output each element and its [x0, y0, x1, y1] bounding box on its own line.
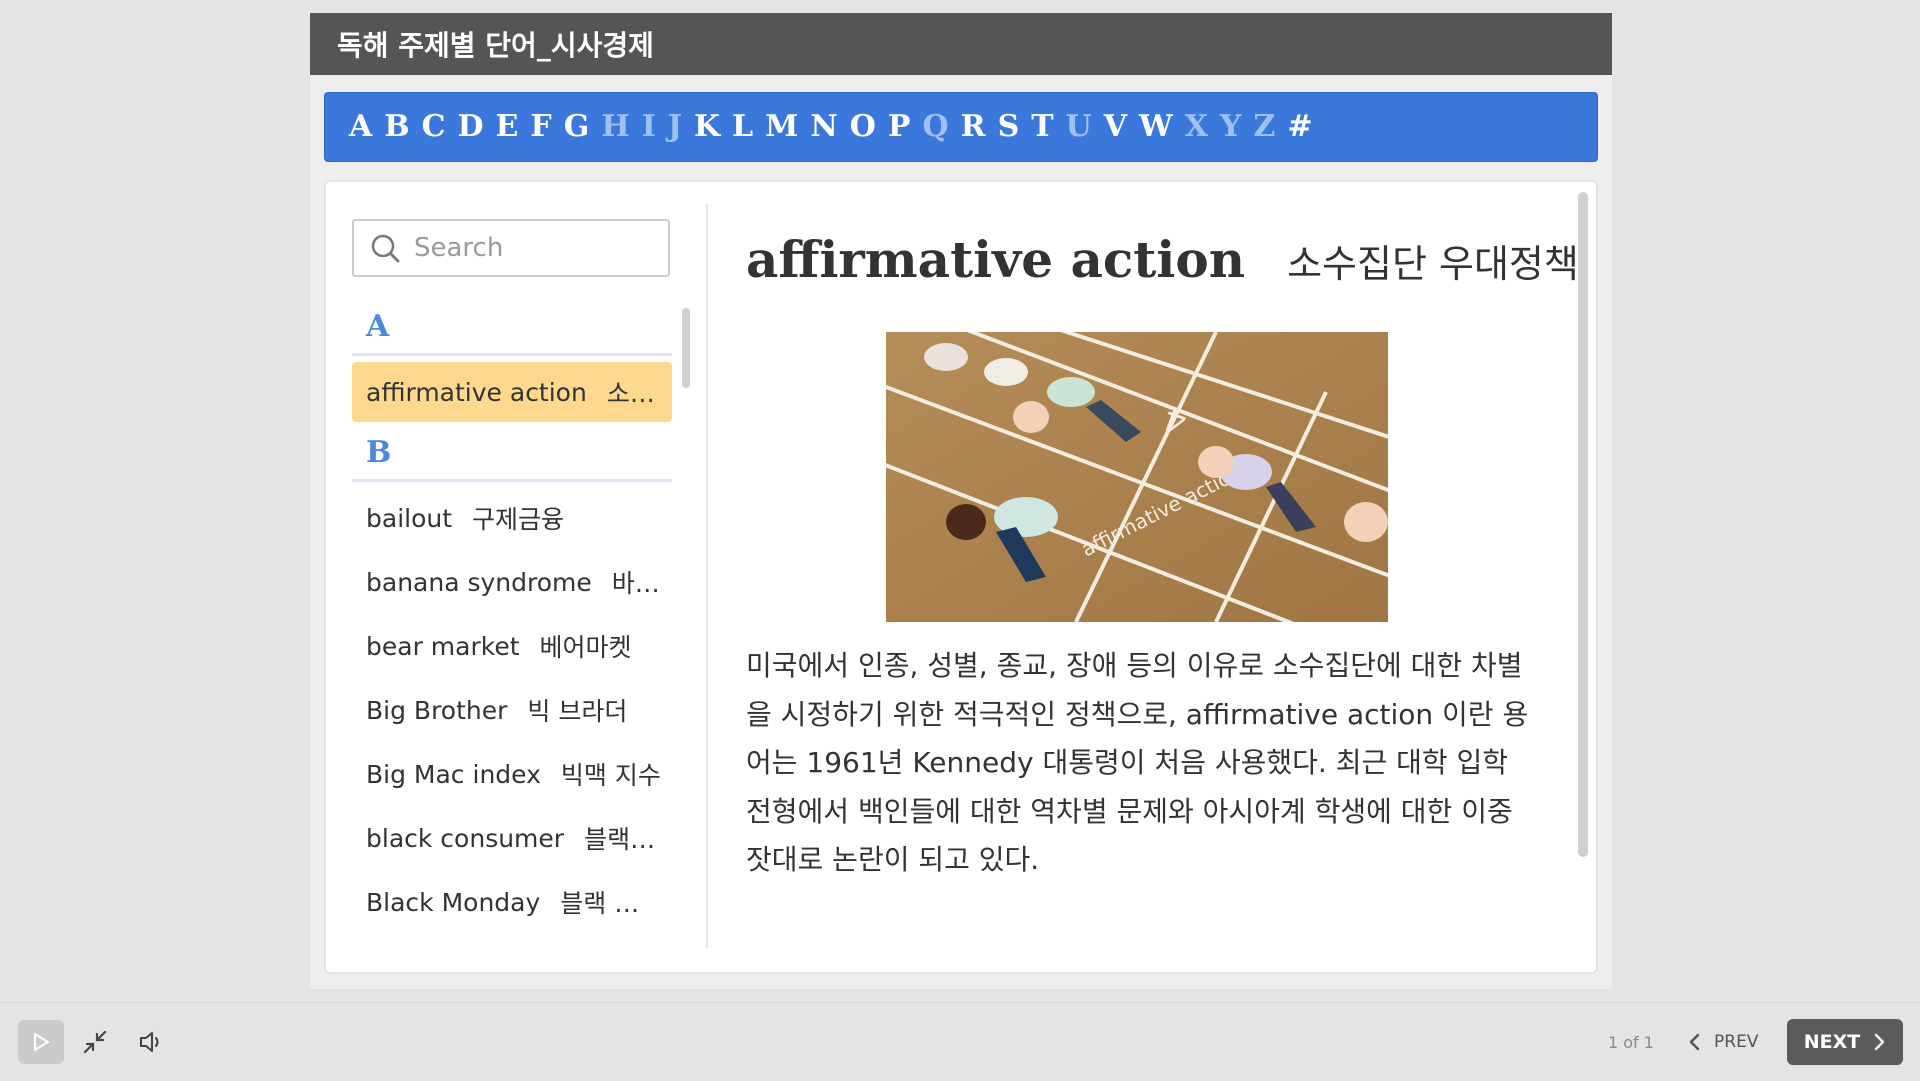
list-item-english: bailout — [366, 503, 453, 533]
list-item-korean: 블랙 먼데이 — [560, 889, 672, 918]
list-item-korean: 베어마켓 — [539, 633, 632, 662]
page-title: 독해 주제별 단어_시사경제 — [337, 29, 654, 62]
section-header-a: A — [352, 300, 672, 356]
list-item[interactable]: bear market 베어마켓 — [352, 616, 672, 676]
alphabet-letter-i: I — [641, 109, 656, 144]
alphabet-letter-y: Y — [1220, 109, 1242, 144]
page-counter: 1 of 1 — [1608, 1033, 1654, 1052]
alphabet-letter-d[interactable]: D — [458, 112, 484, 142]
list-item[interactable]: Big Mac index 빅맥 지수 — [352, 744, 672, 804]
slide-frame: 독해 주제별 단어_시사경제 ABCDEFGHIJKLMNOPQRSTUVWXY… — [310, 13, 1612, 989]
term-english: affirmative action — [746, 230, 1246, 289]
chevron-left-icon — [1689, 1033, 1700, 1051]
next-label: NEXT — [1803, 1031, 1861, 1053]
alphabet-letter-n[interactable]: N — [810, 112, 837, 142]
list-item-english: banana syndrome — [366, 567, 592, 597]
next-button[interactable]: NEXT — [1787, 1019, 1903, 1065]
play-icon — [33, 1032, 50, 1052]
play-button[interactable] — [18, 1020, 64, 1064]
alphabet-letter-g[interactable]: G — [564, 112, 590, 142]
prev-label: PREV — [1714, 1032, 1759, 1052]
alphabet-letter-j: J — [667, 109, 682, 144]
collapse-button[interactable] — [80, 1022, 110, 1062]
section-header-b: B — [352, 426, 672, 482]
search-box[interactable] — [352, 219, 670, 277]
alphabet-letter-w[interactable]: W — [1139, 112, 1173, 142]
list-item-korean: 소수집단 우대정책 — [606, 379, 672, 408]
alphabet-letter-u: U — [1065, 109, 1092, 144]
list-item[interactable]: blue chip 블루칩 — [352, 936, 672, 955]
alphabet-letter-l[interactable]: L — [732, 112, 753, 142]
player-controls: 1 of 1 PREV NEXT — [0, 1002, 1920, 1081]
list-item-english: Big Mac index — [366, 759, 541, 789]
list-item-english: affirmative action — [366, 377, 587, 407]
glossary-panel: Aaffirmative action 소수집단 우대정책 Bbailout 구제금융… — [324, 180, 1598, 974]
list-item-korean: 구제금융 — [472, 505, 565, 534]
list-item-korean: 블루칩 — [500, 948, 672, 954]
term-description: 미국에서 인종, 성별, 종교, 장애 등의 이유로 소수집단에 대한 차별을 … — [746, 649, 1529, 876]
term-list-scrollbar[interactable] — [682, 308, 690, 388]
prev-button[interactable]: PREV — [1682, 1024, 1762, 1060]
alphabet-letter-f[interactable]: F — [530, 112, 551, 142]
volume-icon — [139, 1031, 159, 1053]
alphabet-letter-hash[interactable]: # — [1287, 112, 1312, 142]
alphabet-letter-b[interactable]: B — [384, 112, 409, 142]
list-item-korean: 바나나 신드롬 — [611, 569, 672, 598]
list-item[interactable]: affirmative action 소수집단 우대정책 — [352, 362, 672, 422]
alphabet-letter-q: Q — [922, 109, 949, 144]
term-korean: 소수집단 우대정책 — [1287, 242, 1579, 286]
list-item-english: Big Brother — [366, 695, 508, 725]
alphabet-letter-e[interactable]: E — [496, 112, 519, 142]
search-icon — [371, 234, 400, 263]
alphabet-letter-k[interactable]: K — [694, 112, 720, 142]
list-item-korean: 빅 브라더 — [527, 697, 628, 726]
alphabet-letter-h: H — [601, 109, 630, 144]
list-item[interactable]: Big Brother 빅 브라더 — [352, 680, 672, 740]
term-list[interactable]: Aaffirmative action 소수집단 우대정책 Bbailout 구제금융… — [352, 300, 672, 954]
alphabet-letter-s[interactable]: S — [998, 112, 1020, 142]
list-item[interactable]: black consumer 블랙 컨슈머 — [352, 808, 672, 868]
alphabet-letter-c[interactable]: C — [422, 112, 446, 142]
alphabet-letter-o[interactable]: O — [850, 112, 876, 142]
list-item[interactable]: banana syndrome 바나나 신드롬 — [352, 552, 672, 612]
term-heading: affirmative action 소수집단 우대정책 — [746, 230, 1579, 289]
list-item-english: blue chip — [366, 952, 480, 955]
term-sidebar: Aaffirmative action 소수집단 우대정책 Bbailout 구제금융… — [326, 182, 706, 972]
list-item-english: bear market — [366, 631, 520, 661]
page-title-bar: 독해 주제별 단어_시사경제 — [310, 13, 1612, 75]
list-item-english: black consumer — [366, 823, 565, 853]
list-item[interactable]: bailout 구제금융 — [352, 488, 672, 548]
list-item[interactable]: Black Monday 블랙 먼데이 — [352, 872, 672, 932]
search-input[interactable] — [414, 233, 644, 263]
collapse-icon — [83, 1030, 107, 1054]
list-item-english: Black Monday — [366, 887, 541, 917]
alphabet-nav: A B C D E F G H I J K L M N O P Q R S T U V W X Y Z # — [324, 92, 1598, 162]
volume-button[interactable] — [136, 1022, 166, 1062]
detail-scrollbar[interactable] — [1578, 192, 1588, 857]
alphabet-letter-r[interactable]: R — [961, 112, 986, 142]
alphabet-letter-v[interactable]: V — [1104, 112, 1127, 142]
alphabet-letter-p[interactable]: P — [888, 112, 911, 142]
list-item-korean: 블랙 컨슈머 — [584, 825, 672, 854]
panel-divider — [706, 204, 708, 948]
term-detail: affirmative action 소수집단 우대정책 4 affirmati… — [746, 182, 1596, 972]
alphabet-letter-x: X — [1184, 109, 1208, 144]
alphabet-letter-a[interactable]: A — [349, 112, 372, 142]
alphabet-letter-t[interactable]: T — [1031, 112, 1053, 142]
list-item-korean: 빅맥 지수 — [560, 761, 661, 790]
alphabet-letter-z: Z — [1253, 109, 1276, 144]
alphabet-letter-m[interactable]: M — [765, 112, 798, 142]
chevron-right-icon — [1875, 1033, 1885, 1051]
term-illustration: 4 affirmative action — [886, 332, 1388, 622]
